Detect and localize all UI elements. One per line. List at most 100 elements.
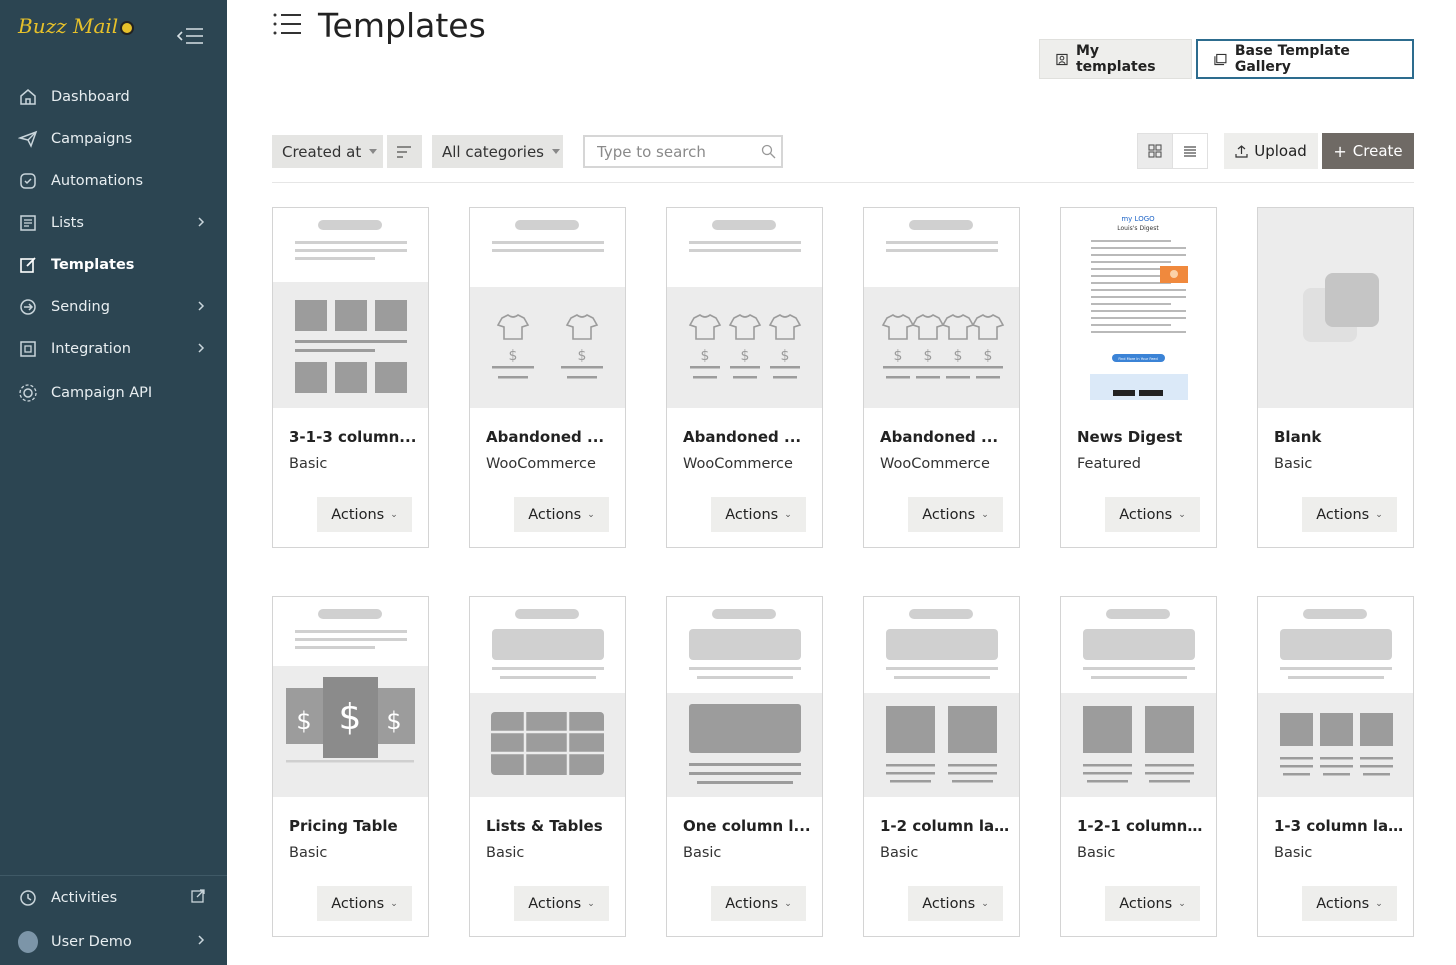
actions-dropdown-button[interactable]: Actions ⌄ [317, 497, 412, 532]
sidebar-item-label: Sending [51, 299, 110, 315]
template-card[interactable]: 1-2 column la... Basic Actions ⌄ [863, 596, 1020, 937]
sort-order-button[interactable] [387, 135, 422, 168]
template-name[interactable]: One column l... [683, 817, 813, 835]
sidebar-item-sending[interactable]: Sending [0, 286, 227, 328]
sidebar-item-lists[interactable]: Lists [0, 202, 227, 244]
sidebar-item-activities[interactable]: Activities [0, 876, 227, 920]
caret-down-icon [552, 149, 560, 154]
sidebar-item-campaign-api[interactable]: Campaign API [0, 372, 227, 414]
actions-dropdown-button[interactable]: Actions ⌄ [711, 497, 806, 532]
sidebar-item-automations[interactable]: Automations [0, 160, 227, 202]
search-icon [761, 144, 776, 163]
template-category: WooCommerce [486, 456, 596, 472]
sort-by-label: Created at [282, 142, 362, 161]
template-name[interactable]: Blank [1274, 428, 1404, 446]
sidebar: Buzz Mail Dashboard Campaigns Automations L… [0, 0, 227, 965]
sort-by-dropdown[interactable]: Created at [272, 135, 383, 168]
template-thumbnail[interactable] [1061, 597, 1216, 797]
grid-view-button[interactable] [1137, 133, 1173, 169]
search-input[interactable] [583, 135, 783, 168]
template-name[interactable]: 3-1-3 column... [289, 428, 419, 446]
actions-dropdown-button[interactable]: Actions ⌄ [711, 886, 806, 921]
template-category: Basic [486, 845, 525, 861]
actions-label: Actions [725, 506, 779, 523]
tab-base-template-gallery[interactable]: Base Template Gallery [1196, 39, 1414, 79]
actions-dropdown-button[interactable]: Actions ⌄ [317, 886, 412, 921]
svg-text:$: $ [984, 348, 993, 364]
chevron-right-icon [197, 934, 205, 950]
template-name[interactable]: Abandoned ... [683, 428, 813, 446]
template-name[interactable]: Lists & Tables [486, 817, 616, 835]
upload-label: Upload [1254, 142, 1307, 160]
template-card[interactable]: 3-1-3 column... Basic Actions ⌄ [272, 207, 429, 548]
actions-label: Actions [528, 895, 582, 912]
template-card[interactable]: 1-3 column la... Basic Actions ⌄ [1257, 596, 1414, 937]
template-card[interactable]: $ $ $ $ Abandoned ... WooCommerce Actions ⌄ [863, 207, 1020, 548]
chevron-down-icon: ⌄ [587, 898, 595, 909]
sidebar-item-dashboard[interactable]: Dashboard [0, 76, 227, 118]
template-name[interactable]: 1-3 column la... [1274, 817, 1404, 835]
actions-dropdown-button[interactable]: Actions ⌄ [514, 497, 609, 532]
template-category: WooCommerce [683, 456, 793, 472]
template-card[interactable]: Blank Basic Actions ⌄ [1257, 207, 1414, 548]
template-card[interactable]: 1-2-1 column ... Basic Actions ⌄ [1060, 596, 1217, 937]
sending-icon [18, 297, 38, 317]
template-name[interactable]: Abandoned ... [486, 428, 616, 446]
sidebar-item-integration[interactable]: Integration [0, 328, 227, 370]
template-category: WooCommerce [880, 456, 990, 472]
create-button[interactable]: + Create [1322, 133, 1414, 169]
collapse-sidebar-icon[interactable] [176, 26, 204, 46]
template-card[interactable]: $ $ $ Pricing Table Basic Actions ⌄ [272, 596, 429, 937]
svg-text:Louis's Digest: Louis's Digest [1117, 225, 1159, 232]
upload-button[interactable]: Upload [1224, 133, 1318, 169]
template-category: Featured [1077, 456, 1141, 472]
svg-text:$: $ [741, 348, 750, 364]
template-card[interactable]: my LOGO Louis's Digest Find More In Your F… [1060, 207, 1217, 548]
actions-dropdown-button[interactable]: Actions ⌄ [1302, 497, 1397, 532]
brand-logo[interactable]: Buzz Mail [18, 14, 135, 38]
template-name[interactable]: Pricing Table [289, 817, 419, 835]
template-thumbnail[interactable]: $ $ $ [667, 208, 822, 408]
actions-dropdown-button[interactable]: Actions ⌄ [908, 497, 1003, 532]
list-menu-icon[interactable] [272, 10, 302, 42]
template-card[interactable]: $ $ Abandoned ... WooCommerce Actions ⌄ [469, 207, 626, 548]
template-thumbnail[interactable]: $ $ $ $ [864, 208, 1019, 408]
actions-dropdown-button[interactable]: Actions ⌄ [1105, 886, 1200, 921]
grid-icon [1148, 144, 1162, 158]
sidebar-item-user[interactable]: User Demo [0, 920, 227, 964]
template-thumbnail[interactable] [1258, 208, 1413, 408]
template-thumbnail[interactable]: my LOGO Louis's Digest Find More In Your F… [1061, 208, 1216, 408]
template-card[interactable]: $ $ $ Abandoned ... WooCommerce Actions ⌄ [666, 207, 823, 548]
svg-text:$: $ [578, 348, 587, 364]
actions-label: Actions [1119, 895, 1173, 912]
actions-label: Actions [528, 506, 582, 523]
sidebar-item-templates[interactable]: Templates [0, 244, 227, 286]
svg-text:$: $ [339, 697, 362, 738]
actions-dropdown-button[interactable]: Actions ⌄ [1302, 886, 1397, 921]
tab-my-templates[interactable]: My templates [1039, 39, 1192, 79]
template-name[interactable]: News Digest [1077, 428, 1207, 446]
template-card[interactable]: One column l... Basic Actions ⌄ [666, 596, 823, 937]
template-thumbnail[interactable] [864, 597, 1019, 797]
template-name[interactable]: Abandoned ... [880, 428, 1010, 446]
caret-down-icon [369, 149, 378, 154]
svg-text:$: $ [701, 348, 710, 364]
category-dropdown[interactable]: All categories [432, 135, 563, 168]
actions-dropdown-button[interactable]: Actions ⌄ [1105, 497, 1200, 532]
template-thumbnail[interactable] [667, 597, 822, 797]
template-thumbnail[interactable] [470, 597, 625, 797]
chevron-right-icon [197, 216, 205, 232]
template-category: Basic [1077, 845, 1116, 861]
template-card[interactable]: Lists & Tables Basic Actions ⌄ [469, 596, 626, 937]
sidebar-item-campaigns[interactable]: Campaigns [0, 118, 227, 160]
actions-dropdown-button[interactable]: Actions ⌄ [514, 886, 609, 921]
template-thumbnail[interactable] [1258, 597, 1413, 797]
template-name[interactable]: 1-2 column la... [880, 817, 1010, 835]
template-thumbnail[interactable] [273, 208, 428, 408]
sidebar-item-label: Campaigns [51, 131, 133, 147]
list-view-button[interactable] [1172, 133, 1208, 169]
template-thumbnail[interactable]: $ $ [470, 208, 625, 408]
template-thumbnail[interactable]: $ $ $ [273, 597, 428, 797]
template-name[interactable]: 1-2-1 column ... [1077, 817, 1207, 835]
actions-dropdown-button[interactable]: Actions ⌄ [908, 886, 1003, 921]
